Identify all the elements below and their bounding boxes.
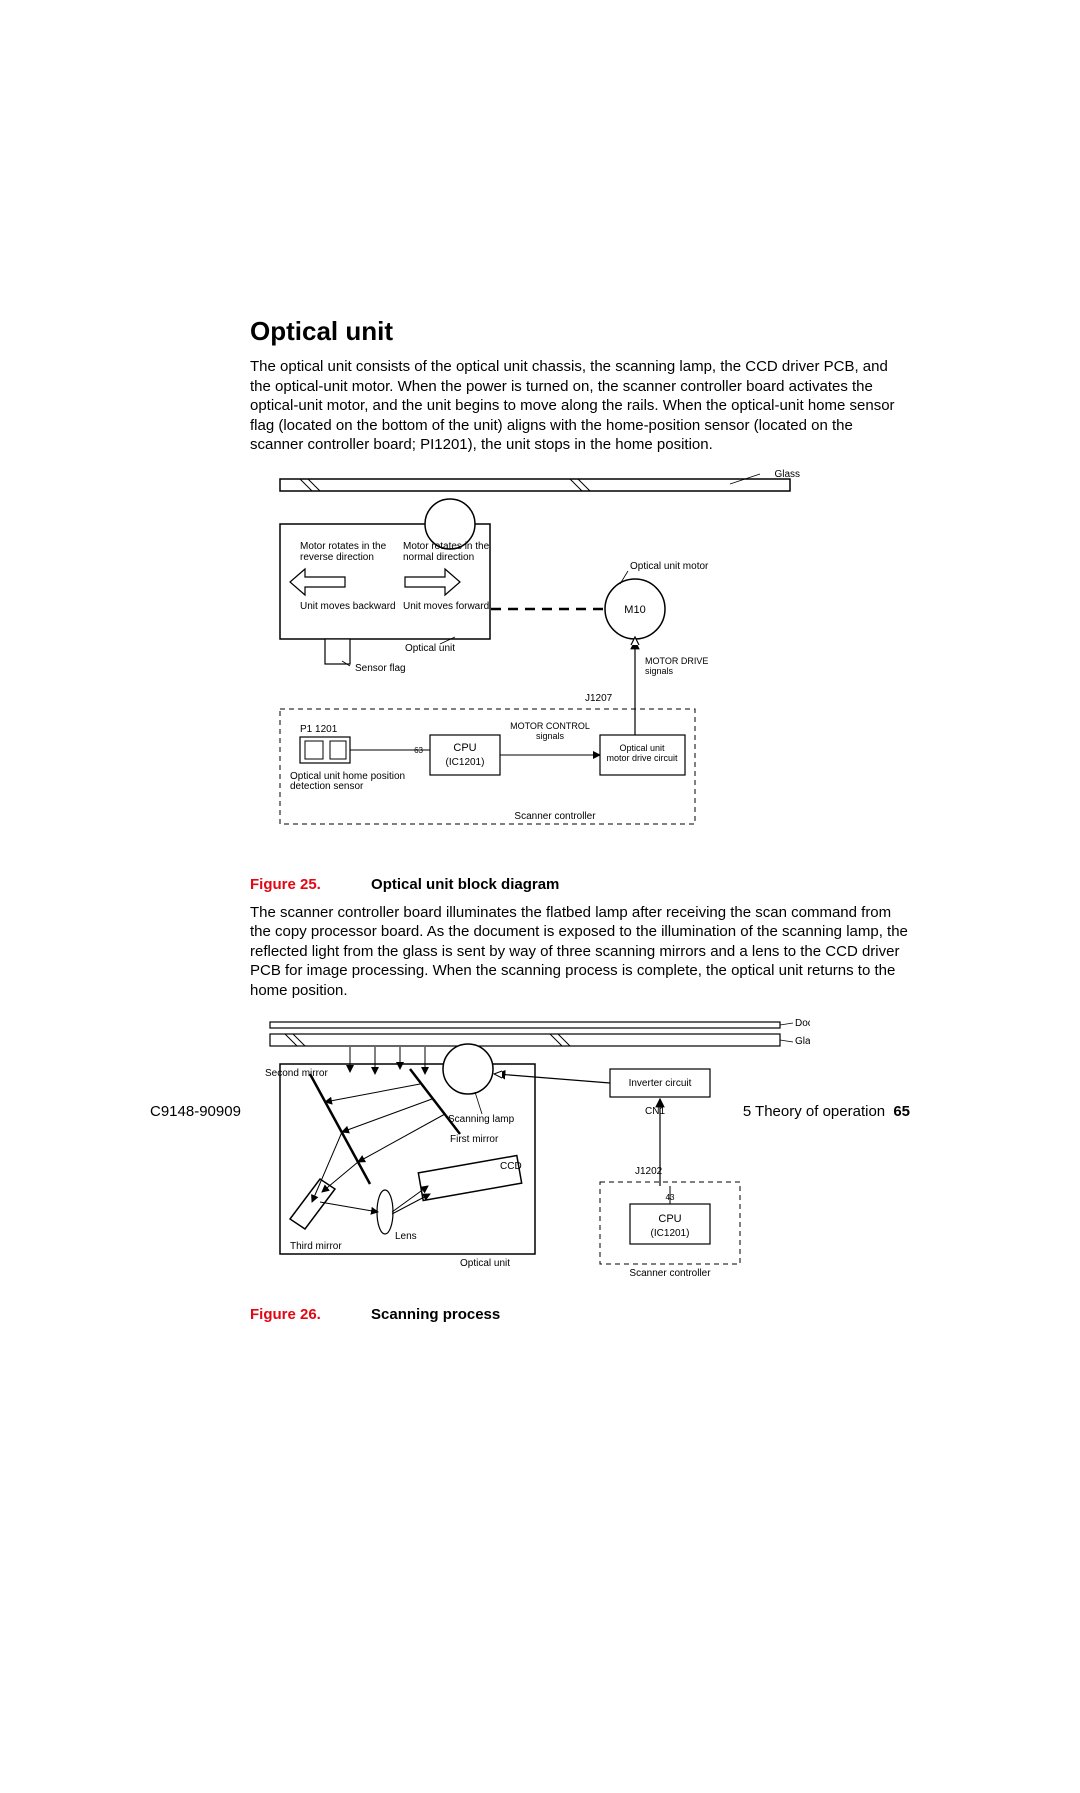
figure-26-diagram: Document Glass Scanning lamp First mirro… [250, 1014, 810, 1294]
label-cpu2: CPU [658, 1213, 681, 1225]
label-inverter: Inverter circuit [629, 1078, 692, 1089]
label-first-mirror: First mirror [450, 1134, 499, 1145]
label-m10: M10 [624, 604, 645, 616]
label-j1207: J1207 [585, 693, 613, 704]
label-motor-rev: Motor rotates in thereverse direction [300, 541, 387, 563]
label-ic1201-2: (IC1201) [651, 1228, 690, 1239]
label-ic1201: (IC1201) [446, 757, 485, 768]
figure-25-caption: Figure 25. Optical unit block diagram [250, 876, 910, 893]
paragraph-1: The optical unit consists of the optical… [250, 357, 910, 455]
figure-26-caption: Figure 26. Scanning process [250, 1306, 910, 1323]
page-content: Optical unit The optical unit consists o… [250, 316, 910, 1333]
footer-part-number: C9148-90909 [150, 1103, 241, 1120]
page: Optical unit The optical unit consists o… [0, 0, 1080, 1793]
label-third-mirror: Third mirror [290, 1241, 342, 1252]
label-unit-back: Unit moves backward [300, 601, 396, 612]
label-cpu: CPU [453, 742, 476, 754]
label-optical-unit: Optical unit [405, 643, 455, 654]
label-document: Document [795, 1018, 810, 1029]
label-home-sensor: Optical unit home positiondetection sens… [290, 771, 405, 792]
footer-chapter-text: 5 Theory of operation [743, 1103, 885, 1120]
label-cn1: CN1 [645, 1106, 665, 1117]
figure-25-number: Figure 25. [250, 876, 321, 893]
label-motor-drive: MOTOR DRIVEsignals [645, 656, 708, 676]
label-scanning-lamp: Scanning lamp [448, 1114, 515, 1125]
footer-page-number: 65 [893, 1103, 910, 1120]
paragraph-2: The scanner controller board illuminates… [250, 903, 910, 1001]
label-glass2: Glass [795, 1036, 810, 1047]
label-motor-control: MOTOR CONTROLsignals [510, 721, 590, 741]
section-title: Optical unit [250, 316, 910, 347]
figure-26-number: Figure 26. [250, 1306, 321, 1323]
label-ccd: CCD [500, 1161, 522, 1172]
label-pi1201: P1 1201 [300, 724, 338, 735]
label-second-mirror: Second mirror [265, 1068, 328, 1079]
figure-25-diagram: Glass Motor rotates in thereverse direct… [250, 469, 810, 864]
label-lens: Lens [395, 1231, 417, 1242]
label-j1202: J1202 [635, 1166, 663, 1177]
label-pin63: 63 [414, 746, 423, 755]
label-unit-forward: Unit moves forward [403, 601, 489, 612]
label-optical-unit2: Optical unit [460, 1258, 510, 1269]
label-sensor-flag: Sensor flag [355, 663, 406, 674]
label-glass: Glass [774, 469, 800, 480]
label-scanner-controller: Scanner controller [514, 811, 596, 822]
label-optical-unit-motor: Optical unit motor [630, 561, 709, 572]
footer-chapter: 5 Theory of operation 65 [743, 1103, 910, 1120]
figure-26-title: Scanning process [371, 1306, 500, 1323]
label-scanner-controller2: Scanner controller [629, 1268, 711, 1279]
figure-25-title: Optical unit block diagram [371, 876, 559, 893]
